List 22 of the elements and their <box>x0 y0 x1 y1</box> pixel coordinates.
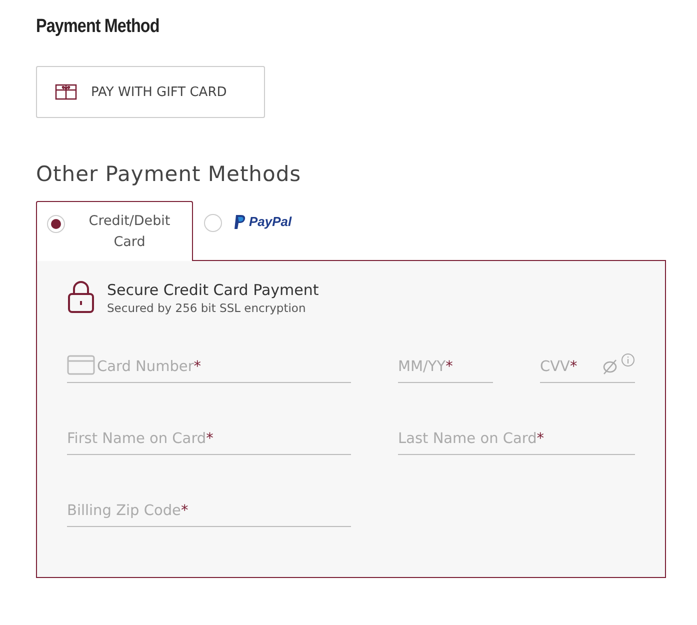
hidden-eye-icon[interactable] <box>601 359 619 375</box>
section-heading: Payment Method <box>36 16 160 38</box>
paypal-label: PayPal <box>249 214 292 229</box>
input-field[interactable]: MM/YY* <box>398 349 493 383</box>
info-icon[interactable] <box>621 353 635 367</box>
encryption-note: Secured by 256 bit SSL encryption <box>107 301 307 315</box>
gift-card-button[interactable]: PAY WITH GIFT CARD <box>36 66 265 118</box>
credit-card-icon <box>67 355 95 375</box>
input-field[interactable]: Last Name on Card* <box>398 421 635 455</box>
gift-icon <box>55 84 77 100</box>
input-field[interactable]: Billing Zip Code* <box>67 493 351 527</box>
input-field[interactable]: Card Number* <box>67 349 351 383</box>
input-field[interactable]: First Name on Card* <box>67 421 351 455</box>
section-subheading: Other Payment Methods <box>36 162 302 186</box>
payment-tab[interactable]: PayPal <box>193 200 303 260</box>
radio-button[interactable] <box>47 215 65 233</box>
input-field[interactable]: CVV* <box>540 349 635 383</box>
radio-button[interactable] <box>204 214 222 232</box>
secure-payment-title: Secure Credit Card Payment <box>107 281 319 299</box>
paypal-logo-icon <box>234 214 246 228</box>
lock-icon <box>67 281 95 313</box>
payment-tab[interactable]: Credit/Debit Card <box>36 201 193 261</box>
